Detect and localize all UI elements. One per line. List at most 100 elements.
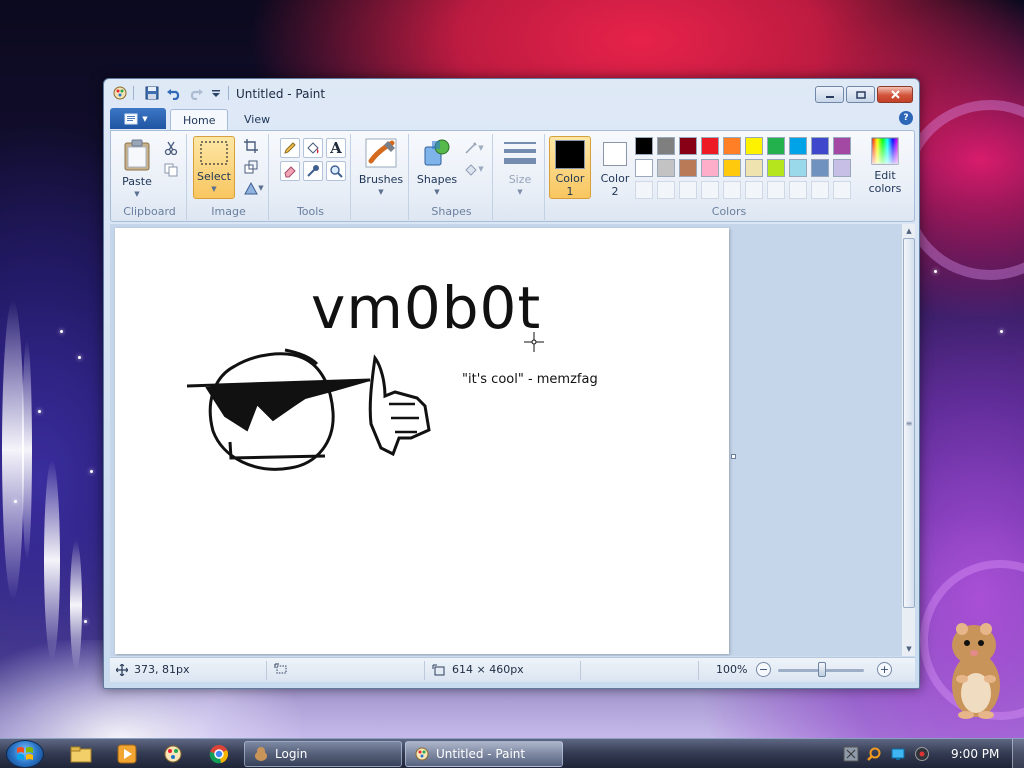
- cursor-position-indicator: 373, 81px: [116, 663, 189, 676]
- fill-icon[interactable]: ▼: [461, 159, 487, 179]
- color-picker-icon[interactable]: [303, 161, 323, 181]
- palette-color-swatch[interactable]: [701, 137, 719, 155]
- explorer-icon[interactable]: [66, 742, 96, 766]
- minimize-button[interactable]: [815, 86, 844, 103]
- window-title: Untitled - Paint: [236, 87, 326, 101]
- palette-color-swatch[interactable]: [723, 159, 741, 177]
- taskbar-item-paint[interactable]: Untitled - Paint: [405, 741, 563, 767]
- palette-custom-color-slot[interactable]: [657, 181, 675, 199]
- restore-icon: [855, 90, 866, 99]
- palette-color-swatch[interactable]: [833, 159, 851, 177]
- taskbar-item-login[interactable]: Login: [244, 741, 402, 767]
- resize-icon[interactable]: [241, 157, 261, 177]
- undo-icon[interactable]: [166, 85, 182, 101]
- image-size-indicator: 614 × 460px: [432, 663, 524, 676]
- brushes-button[interactable]: Brushes ▼: [357, 136, 405, 199]
- search-icon[interactable]: [866, 746, 882, 762]
- rotate-icon[interactable]: ▼: [241, 178, 267, 198]
- palette-color-swatch[interactable]: [679, 137, 697, 155]
- show-desktop-button[interactable]: [1012, 739, 1024, 768]
- scroll-down-arrow-icon[interactable]: ▼: [902, 642, 916, 656]
- tools-group: A Tools: [271, 134, 351, 220]
- palette-color-swatch[interactable]: [789, 137, 807, 155]
- eraser-icon[interactable]: [280, 161, 300, 181]
- start-button[interactable]: [6, 740, 44, 768]
- clipboard-group-label: Clipboard: [123, 205, 176, 218]
- paint-app-icon[interactable]: [112, 85, 128, 101]
- scroll-up-arrow-icon[interactable]: ▲: [902, 224, 916, 238]
- canvas-resize-handle[interactable]: [731, 454, 736, 459]
- login-app-icon: [255, 747, 267, 761]
- palette-custom-color-slot[interactable]: [811, 181, 829, 199]
- maximize-button[interactable]: [846, 86, 875, 103]
- scroll-thumb[interactable]: ≡: [903, 238, 915, 608]
- media-player-icon[interactable]: [112, 742, 142, 766]
- fill-bucket-icon[interactable]: [303, 138, 323, 158]
- volume-icon[interactable]: [914, 746, 930, 762]
- paint-menu-button[interactable]: ▼: [110, 108, 166, 129]
- color2-swatch: [603, 142, 627, 166]
- palette-custom-color-slot[interactable]: [679, 181, 697, 199]
- palette-color-swatch[interactable]: [811, 137, 829, 155]
- palette-color-swatch[interactable]: [767, 137, 785, 155]
- palette-color-swatch[interactable]: [789, 159, 807, 177]
- taskbar-item-label: Login: [275, 747, 308, 761]
- select-button[interactable]: Select ▼: [193, 136, 235, 199]
- chevron-down-icon: ▼: [378, 188, 384, 196]
- paint-pin-icon[interactable]: [158, 742, 188, 766]
- zoom-in-button[interactable]: +: [877, 662, 892, 677]
- redo-icon[interactable]: [188, 85, 204, 101]
- paste-button[interactable]: Paste ▼: [117, 138, 157, 201]
- pencil-icon[interactable]: [280, 138, 300, 158]
- palette-color-swatch[interactable]: [635, 159, 653, 177]
- copy-icon[interactable]: [161, 160, 181, 180]
- palette-color-swatch[interactable]: [635, 137, 653, 155]
- tray-app-icon[interactable]: [843, 746, 859, 762]
- cut-icon[interactable]: [161, 138, 181, 158]
- color1-button[interactable]: Color 1: [549, 136, 591, 199]
- palette-custom-color-slot[interactable]: [833, 181, 851, 199]
- vertical-scrollbar[interactable]: ▲ ≡ ▼: [901, 224, 915, 656]
- palette-custom-color-slot[interactable]: [635, 181, 653, 199]
- palette-color-swatch[interactable]: [723, 137, 741, 155]
- crop-icon[interactable]: [241, 136, 261, 156]
- customize-toolbar-chevron-icon[interactable]: [208, 85, 224, 101]
- shapes-button[interactable]: Shapes ▼: [415, 136, 459, 199]
- edit-colors-button[interactable]: Edit colors: [865, 136, 905, 195]
- network-icon[interactable]: [890, 746, 906, 762]
- system-clock[interactable]: 9:00 PM: [951, 747, 999, 761]
- chrome-icon[interactable]: [204, 742, 234, 766]
- canvas-workspace[interactable]: vm0b0t "it's cool" - memzfag: [110, 224, 901, 656]
- zoom-slider-thumb[interactable]: [818, 662, 826, 677]
- chevron-down-icon: ▼: [478, 144, 484, 152]
- magnifier-icon[interactable]: [326, 161, 346, 181]
- chevron-down-icon: ▼: [258, 184, 264, 192]
- palette-color-swatch[interactable]: [679, 159, 697, 177]
- outline-icon[interactable]: ▼: [461, 138, 487, 158]
- zoom-out-button[interactable]: −: [756, 662, 771, 677]
- help-icon[interactable]: ?: [899, 111, 913, 125]
- color2-button[interactable]: Color 2: [595, 136, 635, 198]
- close-button[interactable]: [877, 86, 913, 103]
- palette-custom-color-slot[interactable]: [789, 181, 807, 199]
- palette-color-swatch[interactable]: [767, 159, 785, 177]
- size-button[interactable]: Size ▼: [499, 136, 541, 199]
- palette-color-swatch[interactable]: [811, 159, 829, 177]
- drawing-canvas[interactable]: vm0b0t "it's cool" - memzfag: [115, 228, 729, 654]
- palette-color-swatch[interactable]: [833, 137, 851, 155]
- palette-custom-color-slot[interactable]: [745, 181, 763, 199]
- palette-color-swatch[interactable]: [657, 137, 675, 155]
- tab-home[interactable]: Home: [170, 109, 229, 130]
- palette-custom-color-slot[interactable]: [723, 181, 741, 199]
- text-tool-icon[interactable]: A: [326, 138, 346, 158]
- status-bar: 373, 81px 614 × 460px 100% − +: [110, 657, 915, 682]
- palette-color-swatch[interactable]: [657, 159, 675, 177]
- tab-view[interactable]: View: [232, 109, 282, 130]
- palette-custom-color-slot[interactable]: [701, 181, 719, 199]
- palette-color-swatch[interactable]: [701, 159, 719, 177]
- palette-color-swatch[interactable]: [745, 159, 763, 177]
- save-icon[interactable]: [144, 85, 160, 101]
- palette-color-swatch[interactable]: [745, 137, 763, 155]
- palette-custom-color-slot[interactable]: [767, 181, 785, 199]
- title-bar[interactable]: Untitled - Paint: [104, 79, 919, 107]
